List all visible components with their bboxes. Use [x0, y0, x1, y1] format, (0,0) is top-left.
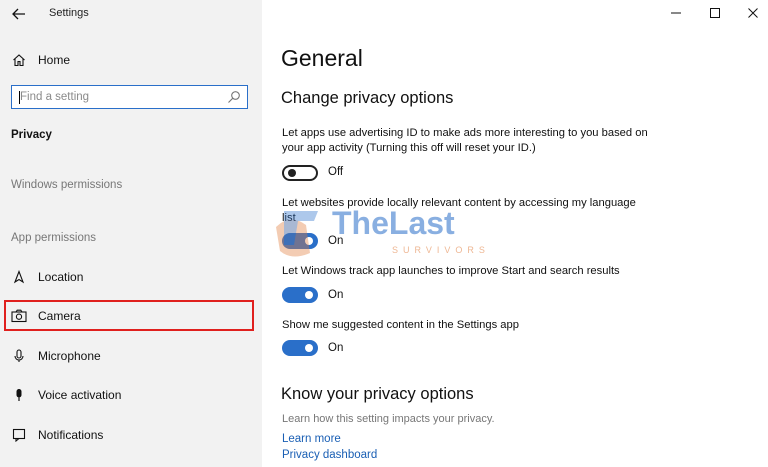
- suggested-content-toggle[interactable]: [282, 340, 318, 356]
- search-box[interactable]: [11, 85, 248, 109]
- group-header-windows-permissions: Windows permissions: [11, 179, 123, 191]
- notifications-icon: [11, 427, 27, 443]
- advertising-id-toggle[interactable]: [282, 165, 318, 181]
- suggested-content-state: On: [328, 342, 344, 354]
- app-title: Settings: [49, 7, 89, 19]
- voice-activation-icon: [11, 387, 27, 403]
- advertising-id-state: Off: [328, 166, 344, 178]
- page-title: General: [281, 45, 363, 71]
- privacy-dashboard-link[interactable]: Privacy dashboard: [282, 449, 377, 461]
- maximize-icon: [710, 8, 720, 18]
- maximize-button[interactable]: [702, 4, 728, 22]
- back-button[interactable]: [8, 4, 30, 24]
- toggle-knob: [305, 291, 313, 299]
- sidebar-item-location[interactable]: Location: [0, 264, 262, 290]
- language-list-state: On: [328, 235, 344, 247]
- search-icon[interactable]: [227, 90, 241, 104]
- microphone-icon: [11, 348, 27, 364]
- section-heading-change-privacy: Change privacy options: [281, 89, 454, 107]
- sidebar: Settings Home Privacy Windows permission…: [0, 0, 262, 467]
- title-bar: Settings: [0, 0, 262, 28]
- nav-home[interactable]: Home: [0, 48, 262, 72]
- back-arrow-icon: [12, 8, 25, 20]
- group-header-app-permissions: App permissions: [11, 232, 97, 244]
- minimize-icon: [671, 12, 681, 14]
- sidebar-item-label: Microphone: [38, 349, 101, 363]
- option-suggested-content-text: Show me suggested content in the Setting…: [282, 319, 519, 331]
- sidebar-item-microphone[interactable]: Microphone: [0, 343, 262, 369]
- sidebar-item-notifications[interactable]: Notifications: [0, 422, 262, 448]
- know-privacy-description: Learn how this setting impacts your priv…: [282, 413, 495, 425]
- toggle-knob: [305, 344, 313, 352]
- track-app-launches-toggle[interactable]: [282, 287, 318, 303]
- search-input[interactable]: [12, 86, 230, 108]
- minimize-button[interactable]: [663, 4, 689, 22]
- close-icon: [748, 8, 758, 18]
- option-track-app-launches-text: Let Windows track app launches to improv…: [282, 265, 620, 277]
- sidebar-item-label: Location: [38, 270, 84, 284]
- toggle-knob: [305, 237, 313, 245]
- track-app-launches-state: On: [328, 289, 344, 301]
- camera-icon: [11, 308, 27, 324]
- sidebar-item-label: Camera: [38, 308, 81, 323]
- option-language-list-text: Let websites provide locally relevant co…: [282, 197, 636, 224]
- sidebar-item-label: Voice activation: [38, 388, 122, 402]
- close-button[interactable]: [740, 4, 766, 22]
- section-title-privacy: Privacy: [11, 129, 52, 141]
- section-heading-know-privacy: Know your privacy options: [281, 385, 474, 403]
- language-list-toggle[interactable]: [282, 233, 318, 249]
- text-caret: [19, 91, 20, 104]
- option-advertising-id-text: Let apps use advertising ID to make ads …: [282, 127, 648, 154]
- home-icon: [11, 52, 27, 68]
- learn-more-link[interactable]: Learn more: [282, 433, 341, 445]
- sidebar-item-camera[interactable]: Camera: [4, 300, 254, 331]
- sidebar-item-label: Notifications: [38, 428, 104, 442]
- main-content: General Change privacy options Let apps …: [262, 0, 768, 467]
- location-icon: [11, 269, 27, 285]
- sidebar-item-voice-activation[interactable]: Voice activation: [0, 382, 262, 408]
- home-label: Home: [38, 53, 71, 67]
- toggle-knob: [288, 169, 296, 177]
